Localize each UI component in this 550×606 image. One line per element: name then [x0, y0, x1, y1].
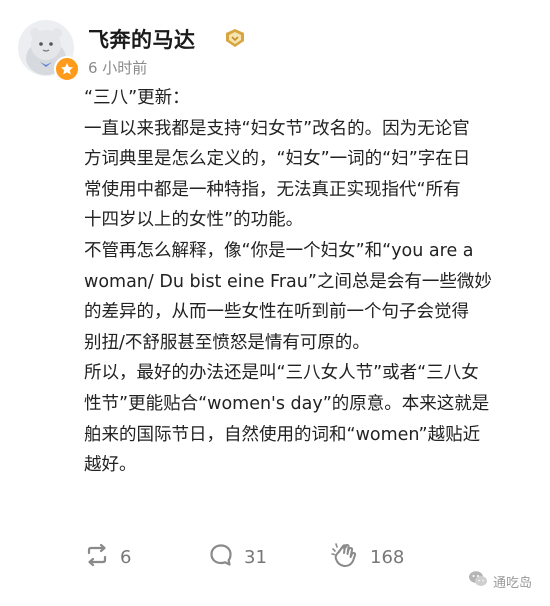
like-button[interactable]: 168: [330, 540, 404, 574]
comment-icon: [208, 542, 234, 572]
watermark-text: 通吃岛: [492, 575, 532, 591]
post-paragraph: “三八”更新：: [84, 88, 190, 108]
repost-button[interactable]: 6: [84, 540, 131, 574]
wechat-icon: [468, 570, 488, 592]
repost-count: 6: [120, 546, 132, 568]
post-paragraph: 不管再怎么解释，像“你是一个妇女”和“you are a woman/ Du b…: [84, 240, 492, 353]
author-name[interactable]: 飞奔的马达: [88, 24, 196, 54]
post-paragraph: 一直以来我都是支持“妇女节”改名的。因为无论官 方词典里是怎么定义的，“妇女”一…: [84, 118, 471, 231]
post-paragraph: 所以，最好的办法还是叫“三八女人节”或者“三八女 性节”更能贴合“women's…: [84, 363, 490, 476]
repost-icon: [84, 542, 110, 572]
watermark: 通吃岛: [468, 570, 532, 592]
post-header: 飞奔的马达 6 小时前: [18, 20, 518, 84]
post-timestamp: 6 小时前: [88, 59, 148, 77]
like-count: 168: [370, 546, 405, 568]
post-body: “三八”更新： 一直以来我都是支持“妇女节”改名的。因为无论官 方词典里是怎么定…: [84, 83, 530, 481]
comment-button[interactable]: 31: [208, 540, 267, 574]
verified-badge-icon: [54, 56, 80, 82]
level-badge-icon: [224, 28, 246, 48]
action-bar: 6 31 168: [84, 540, 524, 574]
clap-icon: [330, 540, 360, 574]
comment-count: 31: [244, 546, 267, 568]
weibo-post-card: 飞奔的马达 6 小时前 “三八”更新： 一直以来我都是支持“妇女节”改名的。因为…: [0, 0, 550, 606]
